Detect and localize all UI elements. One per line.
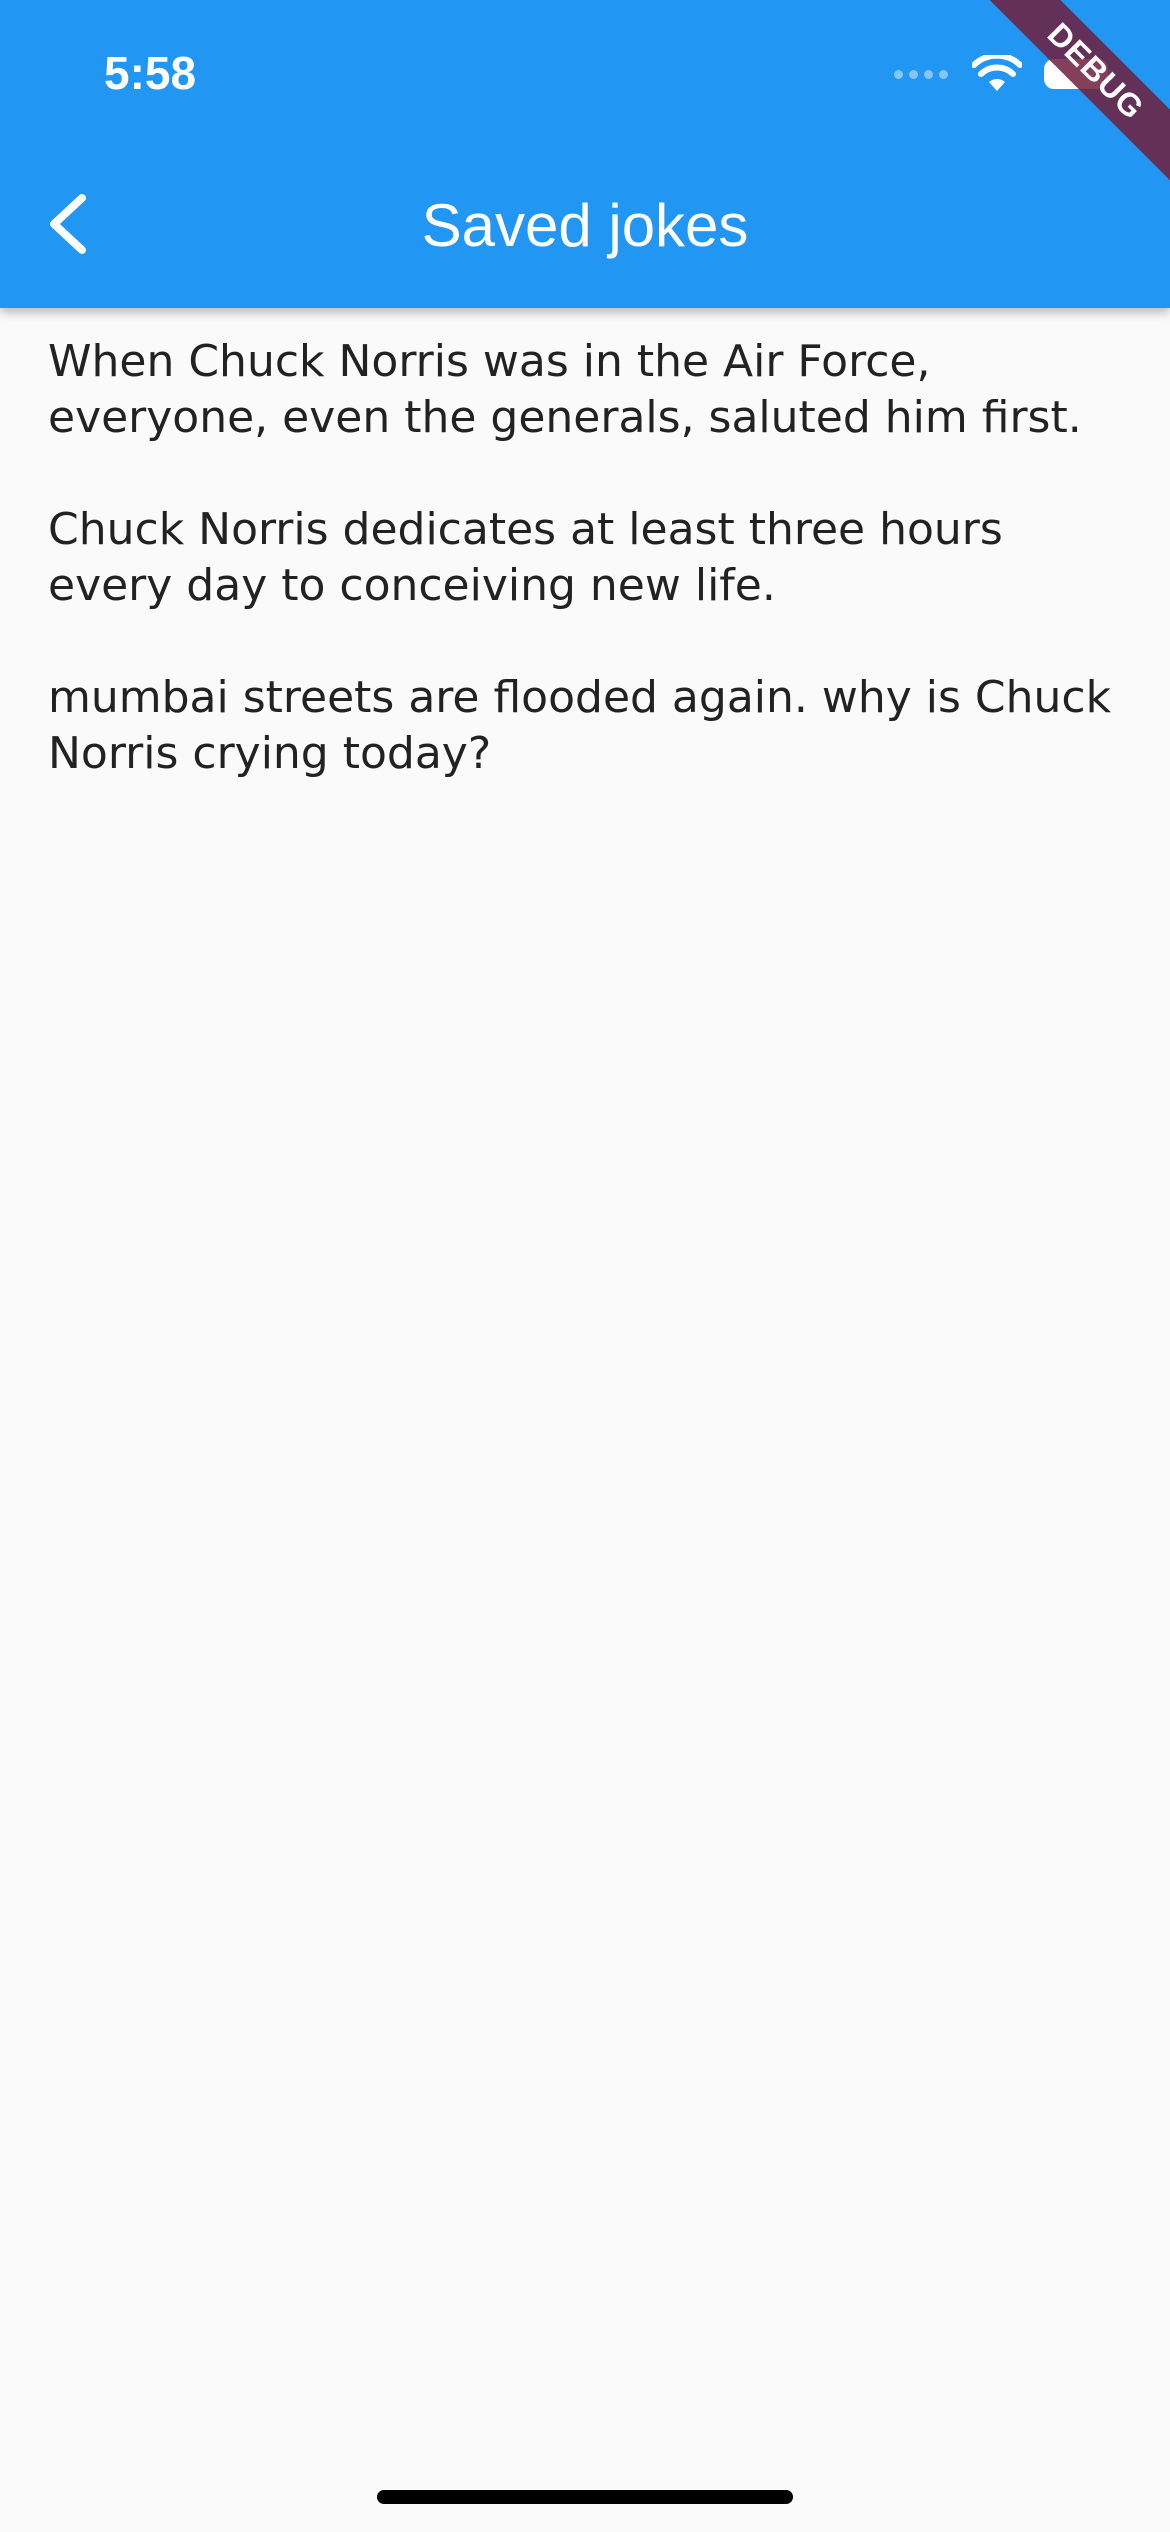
wifi-icon bbox=[972, 55, 1022, 91]
app-bar: 5:58 Saved jokes bbox=[0, 0, 1170, 308]
battery-icon bbox=[1044, 59, 1114, 89]
home-indicator bbox=[377, 2490, 793, 2504]
status-time: 5:58 bbox=[104, 47, 197, 99]
saved-jokes-list: When Chuck Norris was in the Air Force, … bbox=[48, 334, 1128, 838]
joke-item[interactable]: mumbai streets are flooded again. why is… bbox=[48, 670, 1128, 782]
cellular-signal-icon bbox=[894, 69, 948, 79]
joke-item[interactable]: Chuck Norris dedicates at least three ho… bbox=[48, 502, 1128, 614]
joke-item[interactable]: When Chuck Norris was in the Air Force, … bbox=[48, 334, 1128, 446]
page-title: Saved jokes bbox=[421, 192, 749, 259]
status-icons bbox=[894, 54, 1114, 94]
